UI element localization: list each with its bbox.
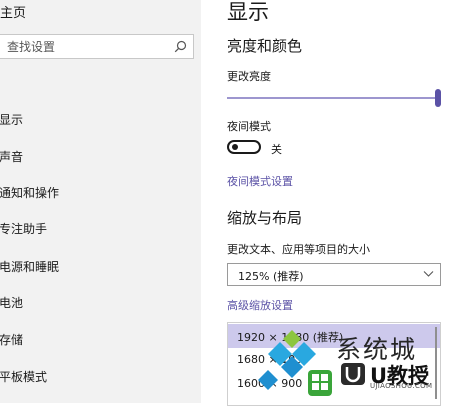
scale-dropdown-value: 125% (推荐) — [238, 270, 304, 283]
sidebar-item-battery[interactable]: 电池 — [0, 286, 200, 318]
resolution-option-label: 1680 × 1050 — [237, 353, 310, 366]
brightness-slider[interactable] — [227, 88, 441, 108]
sidebar-item-label: 平板模式 — [0, 370, 48, 384]
sidebar-item-tablet[interactable]: 平板模式 — [0, 360, 200, 392]
sidebar-item-label: 显示 — [0, 113, 24, 127]
sidebar-item-notifications[interactable]: 通知和操作 — [0, 176, 200, 208]
chevron-down-icon — [423, 271, 434, 277]
sidebar-item-label: 存储 — [0, 333, 24, 347]
sidebar-item-label: 电源和睡眠 — [0, 260, 60, 274]
main-pane: 显示 亮度和颜色 更改亮度 夜间模式 关 夜间模式设置 缩放与布局 更改文本、应… — [201, 0, 454, 406]
advanced-scaling-link[interactable]: 高级缩放设置 — [227, 297, 293, 313]
brightness-slider-track[interactable] — [227, 97, 436, 99]
sidebar-item-display[interactable]: 显示 — [0, 103, 200, 135]
scale-label: 更改文本、应用等项目的大小 — [227, 243, 370, 256]
night-light-settings-link[interactable]: 夜间模式设置 — [227, 173, 293, 189]
home-link[interactable]: 主页 — [0, 2, 26, 21]
resolution-option-label: 1920 × 1080 (推荐) — [237, 331, 344, 344]
search-input[interactable] — [7, 35, 157, 58]
scale-dropdown[interactable]: 125% (推荐) — [227, 263, 441, 286]
sidebar-item-storage[interactable]: 存储 — [0, 323, 200, 355]
resolution-option[interactable]: 1680 × 1050 — [228, 348, 440, 372]
resolution-list[interactable]: 1920 × 1080 (推荐) 1680 × 1050 1600 × 900 — [227, 322, 441, 406]
brightness-slider-thumb[interactable] — [435, 89, 441, 107]
page-title: 显示 — [227, 0, 269, 24]
toggle-knob — [232, 144, 238, 150]
sidebar-item-power[interactable]: 电源和睡眠 — [0, 250, 200, 282]
sidebar-item-sound[interactable]: 声音 — [0, 140, 200, 172]
sidebar: 主页 显示 声音 通知和操作 专注助手 — [0, 0, 201, 403]
sidebar-item-label: 声音 — [0, 150, 24, 164]
search-icon[interactable] — [174, 40, 187, 53]
brightness-heading: 亮度和颜色 — [227, 37, 303, 55]
search-box[interactable] — [0, 34, 194, 59]
night-light-toggle[interactable] — [227, 140, 261, 154]
brightness-label: 更改亮度 — [227, 70, 271, 83]
resolution-option[interactable]: 1920 × 1080 (推荐) — [228, 324, 440, 348]
night-light-state: 关 — [271, 143, 282, 156]
resolution-option[interactable]: 1600 × 900 — [228, 372, 440, 396]
sidebar-item-label: 专注助手 — [0, 222, 48, 236]
sidebar-item-label: 电池 — [0, 296, 24, 310]
sidebar-item-focus-assist[interactable]: 专注助手 — [0, 212, 200, 244]
sidebar-item-label: 通知和操作 — [0, 186, 60, 200]
night-light-label: 夜间模式 — [227, 120, 271, 133]
scale-layout-heading: 缩放与布局 — [227, 209, 303, 227]
resolution-option-label: 1600 × 900 — [237, 377, 303, 390]
resolution-list-scrollbar[interactable] — [435, 327, 437, 399]
